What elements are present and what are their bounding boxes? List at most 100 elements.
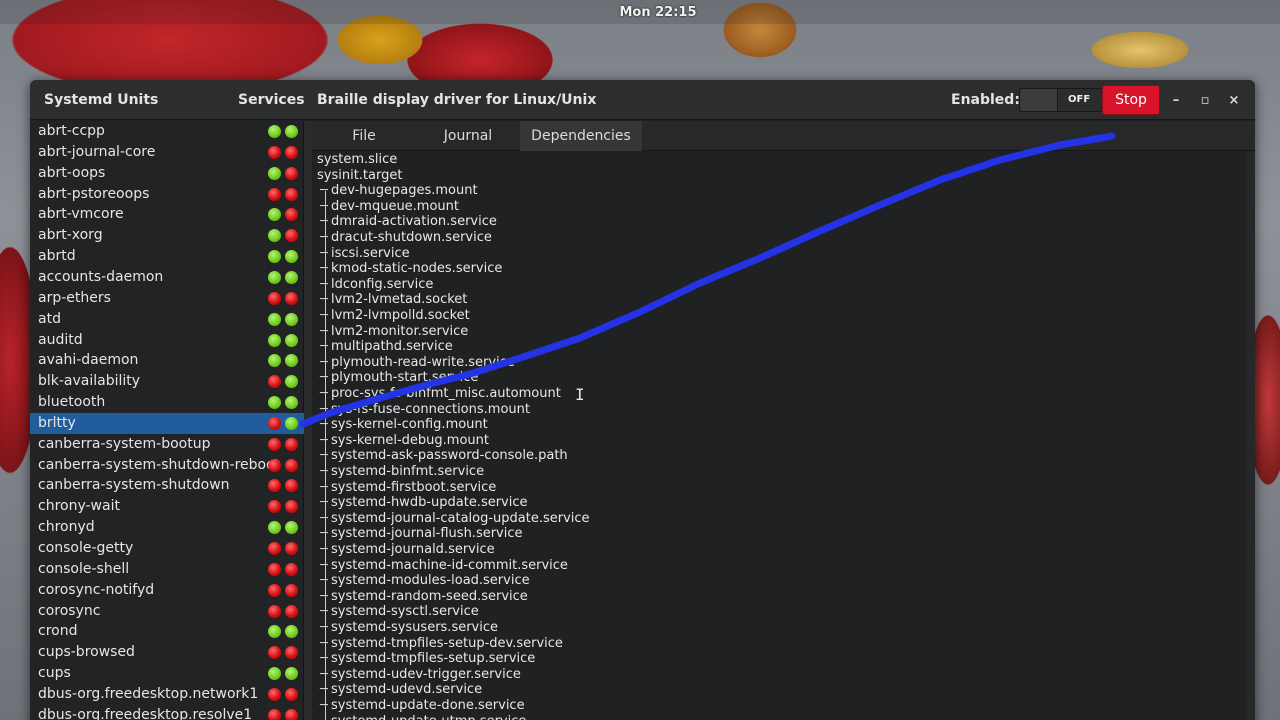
tab-file[interactable]: File xyxy=(312,121,416,151)
dependency-item[interactable]: ─ systemd-modules-load.service xyxy=(317,573,530,589)
enabled-toggle[interactable]: OFF xyxy=(1019,88,1113,112)
unit-item[interactable]: abrt-vmcore xyxy=(30,204,304,225)
unit-item[interactable]: atd xyxy=(30,309,304,330)
enabled-status-icon xyxy=(285,500,298,514)
unit-item[interactable]: canberra-system-shutdown xyxy=(30,475,304,496)
dependency-item[interactable]: ─ dmraid-activation.service xyxy=(317,214,497,230)
dependency-item[interactable]: ─ kmod-static-nodes.service xyxy=(317,261,502,277)
unit-name: abrt-pstoreoops xyxy=(38,185,150,202)
unit-item[interactable]: abrt-oops xyxy=(30,163,304,184)
unit-item[interactable]: crond xyxy=(30,621,304,642)
dependency-item[interactable]: ─ multipathd.service xyxy=(317,339,453,355)
unit-item[interactable]: abrt-pstoreoops xyxy=(30,184,304,205)
top-bar: Mon 22:15 xyxy=(0,0,1280,24)
unit-item[interactable]: brltty xyxy=(30,412,304,434)
dependency-item[interactable]: ─systemd-update-utmp.service xyxy=(317,714,526,720)
unit-item[interactable]: console-shell xyxy=(30,559,304,580)
dependency-item[interactable]: ─ lvm2-monitor.service xyxy=(317,324,468,340)
dependency-item[interactable]: ─ dev-hugepages.mount xyxy=(317,183,478,199)
tab-dependencies[interactable]: Dependencies xyxy=(520,121,642,151)
dependency-item[interactable]: ─ sys-fs-fuse-connections.mount xyxy=(317,402,530,418)
dependency-root[interactable]: sysinit.target xyxy=(317,168,402,184)
unit-item[interactable]: blk-availability xyxy=(30,371,304,392)
unit-item[interactable]: dbus-org.freedesktop.network1 xyxy=(30,684,304,705)
dependency-name: systemd-hwdb-update.service xyxy=(331,495,528,511)
tree-branch-icon: ─ xyxy=(320,557,328,573)
close-icon[interactable]: × xyxy=(1222,88,1246,112)
dependency-item[interactable]: ─ proc-sys-fs-binfmt_misc.automount xyxy=(317,386,561,402)
unit-item[interactable]: corosync xyxy=(30,601,304,622)
unit-name: abrt-journal-core xyxy=(38,143,156,160)
unit-item[interactable]: dbus-org.freedesktop.resolve1 xyxy=(30,705,304,720)
tree-branch-icon: ─ xyxy=(320,214,328,230)
dependency-item[interactable]: ─ systemd-hwdb-update.service xyxy=(317,495,528,511)
active-status-icon xyxy=(268,375,281,389)
dependency-item[interactable]: ─ lvm2-lvmetad.socket xyxy=(317,292,467,308)
dependency-item[interactable]: ─ systemd-update-done.service xyxy=(317,698,525,714)
dependency-name: lvm2-lvmpolld.socket xyxy=(331,308,470,323)
unit-name: chronyd xyxy=(38,519,95,536)
dependency-item[interactable]: ─ systemd-random-seed.service xyxy=(317,589,528,605)
active-status-icon xyxy=(268,166,281,180)
dependency-item[interactable]: ─ plymouth-start.service xyxy=(317,370,478,386)
unit-item[interactable]: chronyd xyxy=(30,517,304,538)
dependency-item[interactable]: ─ dracut-shutdown.service xyxy=(317,230,492,246)
dependency-item[interactable]: ─ systemd-tmpfiles-setup-dev.service xyxy=(317,636,563,652)
clock[interactable]: Mon 22:15 xyxy=(619,5,696,20)
dependency-item[interactable]: ─ systemd-journal-flush.service xyxy=(317,526,523,542)
enabled-status-icon xyxy=(285,416,298,430)
dependency-item[interactable]: ─ systemd-ask-password-console.path xyxy=(317,448,568,464)
unit-list-scrollbar[interactable] xyxy=(304,121,312,720)
active-status-icon xyxy=(268,687,281,701)
enabled-status-icon xyxy=(285,708,298,720)
dependency-item[interactable]: ─ systemd-udev-trigger.service xyxy=(317,667,521,683)
stop-button[interactable]: Stop xyxy=(1102,85,1160,115)
dependency-item[interactable]: ─ plymouth-read-write.service xyxy=(317,355,515,371)
maximize-icon[interactable]: ▫ xyxy=(1193,88,1217,112)
unit-item[interactable]: abrtd xyxy=(30,246,304,267)
dependency-item[interactable]: ─ sys-kernel-config.mount xyxy=(317,417,488,433)
dependency-name: lvm2-lvmetad.socket xyxy=(331,292,468,308)
unit-item[interactable]: auditd xyxy=(30,330,304,351)
toggle-knob[interactable] xyxy=(1020,89,1058,111)
unit-item[interactable]: avahi-daemon xyxy=(30,350,304,371)
active-status-icon xyxy=(268,270,281,284)
dependency-item[interactable]: ─ systemd-binfmt.service xyxy=(317,464,484,480)
dependency-item[interactable]: ─ sys-kernel-debug.mount xyxy=(317,433,489,449)
unit-item[interactable]: cups xyxy=(30,663,304,684)
dependency-item[interactable]: ─ systemd-firstboot.service xyxy=(317,480,496,496)
unit-item[interactable]: abrt-ccpp xyxy=(30,121,304,142)
unit-item[interactable]: abrt-xorg xyxy=(30,225,304,246)
dependency-item[interactable]: ─ systemd-journal-catalog-update.service xyxy=(317,511,590,527)
enabled-status-icon xyxy=(285,250,298,264)
dependency-item[interactable]: ─ ldconfig.service xyxy=(317,277,433,293)
dependency-item[interactable]: ─ systemd-journald.service xyxy=(317,542,495,558)
enabled-status-icon xyxy=(285,229,298,243)
unit-item[interactable]: arp-ethers xyxy=(30,288,304,309)
unit-item[interactable]: canberra-system-shutdown-reboot xyxy=(30,455,304,476)
dependency-item[interactable]: ─ systemd-machine-id-commit.service xyxy=(317,558,568,574)
active-status-icon xyxy=(268,583,281,597)
dependency-item[interactable]: ─ systemd-udevd.service xyxy=(317,682,482,698)
minimize-icon[interactable]: – xyxy=(1164,88,1188,112)
unit-item[interactable]: abrt-journal-core xyxy=(30,142,304,163)
unit-item[interactable]: cups-browsed xyxy=(30,642,304,663)
unit-item[interactable]: accounts-daemon xyxy=(30,267,304,288)
dependency-item[interactable]: ─ systemd-sysusers.service xyxy=(317,620,498,636)
tree-branch-icon: ─ xyxy=(320,604,328,620)
tab-journal[interactable]: Journal xyxy=(416,121,520,151)
tree-branch-icon: ─ xyxy=(320,198,328,214)
dependency-item[interactable]: ─ dev-mqueue.mount xyxy=(317,199,459,215)
dependency-item[interactable]: ─ iscsi.service xyxy=(317,246,410,262)
unit-item[interactable]: corosync-notifyd xyxy=(30,580,304,601)
unit-item[interactable]: bluetooth xyxy=(30,392,304,413)
dependency-root[interactable]: system.slice xyxy=(317,152,397,168)
dependency-item[interactable]: ─ systemd-sysctl.service xyxy=(317,604,479,620)
unit-item[interactable]: canberra-system-bootup xyxy=(30,434,304,455)
dependency-item[interactable]: ─ systemd-tmpfiles-setup.service xyxy=(317,651,535,667)
unit-item[interactable]: chrony-wait xyxy=(30,496,304,517)
dependency-item[interactable]: ─ lvm2-lvmpolld.socket xyxy=(317,308,470,324)
active-status-icon xyxy=(268,667,281,681)
details-scrollbar[interactable] xyxy=(1247,152,1255,720)
unit-item[interactable]: console-getty xyxy=(30,538,304,559)
